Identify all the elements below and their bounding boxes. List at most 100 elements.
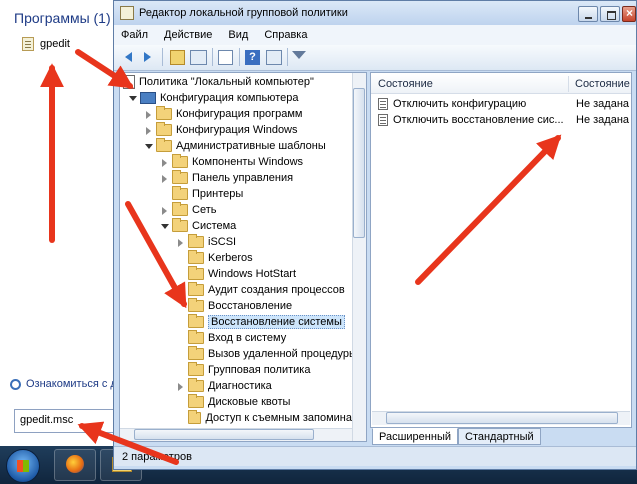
list-horizontal-scroll-thumb[interactable] bbox=[386, 412, 618, 424]
tree-item-iscsi[interactable]: iSCSI bbox=[176, 234, 236, 250]
tree-item-label: Вызов удаленной процедуры bbox=[208, 348, 357, 360]
folder-icon bbox=[188, 314, 204, 328]
tree-item-label: Восстановление системы bbox=[208, 315, 345, 329]
window-title: Редактор локальной групповой политики bbox=[139, 7, 348, 19]
folder-icon bbox=[156, 122, 172, 136]
tree-item-disk-quotas[interactable]: Дисковые квоты bbox=[188, 394, 290, 410]
export-list-icon[interactable] bbox=[218, 50, 233, 65]
tree-item-label: Групповая политика bbox=[208, 364, 311, 376]
up-folder-icon[interactable] bbox=[170, 50, 185, 65]
folder-icon bbox=[188, 234, 204, 248]
tree-item-logon[interactable]: Вход в систему bbox=[188, 330, 286, 346]
folder-icon bbox=[188, 282, 204, 296]
expand-toggle-icon[interactable] bbox=[160, 206, 169, 215]
menu-bar: Файл Действие Вид Справка bbox=[114, 25, 636, 45]
tree-item-computer-config[interactable]: Конфигурация компьютера bbox=[128, 90, 298, 106]
folder-icon bbox=[188, 266, 204, 280]
maximize-button[interactable] bbox=[600, 6, 620, 22]
tab-standard[interactable]: Стандартный bbox=[458, 428, 541, 445]
menu-file[interactable]: Файл bbox=[121, 29, 148, 41]
tree-item-network[interactable]: Сеть bbox=[160, 202, 216, 218]
tree-item-control-panel[interactable]: Панель управления bbox=[160, 170, 293, 186]
tree-item-software-settings[interactable]: Конфигурация программ bbox=[144, 106, 302, 122]
tree-item-windows-components[interactable]: Компоненты Windows bbox=[160, 154, 303, 170]
computer-icon bbox=[140, 92, 156, 104]
folder-icon bbox=[172, 154, 188, 168]
tree-item-local-policy[interactable]: Политика "Локальный компьютер" bbox=[123, 74, 314, 90]
properties-icon[interactable] bbox=[266, 50, 282, 65]
tree-item-removable-storage[interactable]: Доступ к съемным запомина bbox=[188, 410, 352, 426]
expand-toggle-icon[interactable] bbox=[144, 110, 153, 119]
start-button[interactable] bbox=[6, 449, 40, 483]
tree-item-windows-hotstart[interactable]: Windows HotStart bbox=[188, 266, 296, 282]
menu-help[interactable]: Справка bbox=[264, 29, 307, 41]
folder-icon bbox=[188, 330, 204, 344]
tree-item-rpc[interactable]: Вызов удаленной процедуры bbox=[188, 346, 357, 362]
tree-item-windows-settings[interactable]: Конфигурация Windows bbox=[144, 122, 298, 138]
tree-item-system-restore[interactable]: Восстановление системы bbox=[188, 314, 345, 330]
tree-item-diagnostics[interactable]: Диагностика bbox=[176, 378, 272, 394]
folder-icon bbox=[156, 138, 172, 152]
app-icon bbox=[120, 6, 134, 20]
column-header-setting[interactable]: Состояние bbox=[378, 78, 433, 90]
close-button[interactable] bbox=[622, 6, 636, 22]
tree-item-label: Панель управления bbox=[192, 172, 294, 184]
folder-icon bbox=[188, 346, 204, 360]
tree-item-label: Принтеры bbox=[192, 188, 244, 200]
show-hide-tree-icon[interactable] bbox=[190, 50, 207, 65]
tab-extended[interactable]: Расширенный bbox=[372, 428, 458, 445]
toolbar-separator bbox=[287, 48, 288, 66]
back-arrow-icon[interactable] bbox=[122, 50, 136, 65]
tree-item-label: Административные шаблоны bbox=[176, 140, 326, 152]
tree-item-system[interactable]: Система bbox=[160, 218, 236, 234]
tree-item-printers[interactable]: Принтеры bbox=[172, 186, 243, 202]
expand-toggle-icon[interactable] bbox=[176, 238, 185, 247]
expand-toggle-icon[interactable] bbox=[144, 126, 153, 135]
menu-action[interactable]: Действие bbox=[164, 29, 212, 41]
menu-view[interactable]: Вид bbox=[228, 29, 248, 41]
list-row[interactable]: Отключить конфигурацию bbox=[378, 96, 526, 112]
program-result-label: gpedit bbox=[40, 38, 70, 50]
expand-toggle-icon[interactable] bbox=[160, 158, 169, 167]
expand-toggle-icon[interactable] bbox=[128, 94, 137, 103]
forward-arrow-icon[interactable] bbox=[142, 50, 156, 65]
tree-item-label: Конфигурация Windows bbox=[176, 124, 298, 136]
tree-item-label: Конфигурация программ bbox=[176, 108, 303, 120]
see-more-results-link[interactable]: Ознакомиться с д bbox=[10, 378, 117, 390]
tree-item-recovery[interactable]: Восстановление bbox=[188, 298, 292, 314]
expand-toggle-icon[interactable] bbox=[144, 142, 153, 151]
tree-item-label: iSCSI bbox=[208, 236, 237, 248]
tree-item-label: Политика "Локальный компьютер" bbox=[139, 76, 314, 88]
expand-toggle-icon[interactable] bbox=[160, 222, 169, 231]
tree-item-label: Сеть bbox=[192, 204, 217, 216]
start-search-input[interactable]: gpedit.msc bbox=[14, 409, 116, 433]
minimize-button[interactable] bbox=[578, 6, 598, 22]
setting-name: Отключить конфигурацию bbox=[393, 98, 527, 110]
tree-item-process-creation-audit[interactable]: Аудит создания процессов bbox=[188, 282, 345, 298]
tree-item-label: Дисковые квоты bbox=[208, 396, 291, 408]
toolbar-separator bbox=[212, 48, 213, 66]
tree-item-label: Система bbox=[192, 220, 237, 232]
tree-item-label: Kerberos bbox=[208, 252, 253, 264]
title-bar[interactable]: Редактор локальной групповой политики bbox=[114, 1, 636, 25]
tree-vertical-scroll-thumb[interactable] bbox=[353, 88, 365, 238]
expand-toggle-icon[interactable] bbox=[160, 174, 169, 183]
list-row[interactable]: Отключить восстановление сис... bbox=[378, 112, 564, 128]
program-result-gpedit[interactable]: gpedit bbox=[22, 36, 70, 52]
tree-item-label: Компоненты Windows bbox=[192, 156, 304, 168]
tree-item-kerberos[interactable]: Kerberos bbox=[188, 250, 253, 266]
help-icon[interactable]: ? bbox=[245, 50, 260, 65]
tree-horizontal-scroll-thumb[interactable] bbox=[134, 429, 314, 440]
tree-item-admin-templates[interactable]: Административные шаблоны bbox=[144, 138, 326, 154]
setting-name: Отключить восстановление сис... bbox=[393, 114, 564, 126]
folder-icon bbox=[172, 170, 188, 184]
filter-icon[interactable] bbox=[292, 50, 306, 65]
expand-toggle-icon[interactable] bbox=[176, 382, 185, 391]
tree-item-group-policy[interactable]: Групповая политика bbox=[188, 362, 310, 378]
folder-icon bbox=[172, 202, 188, 216]
folder-icon bbox=[172, 218, 188, 232]
column-header-state[interactable]: Состояние bbox=[575, 78, 630, 90]
column-separator[interactable] bbox=[568, 76, 569, 92]
setting-icon bbox=[378, 114, 388, 126]
tree-item-label: Аудит создания процессов bbox=[208, 284, 345, 296]
